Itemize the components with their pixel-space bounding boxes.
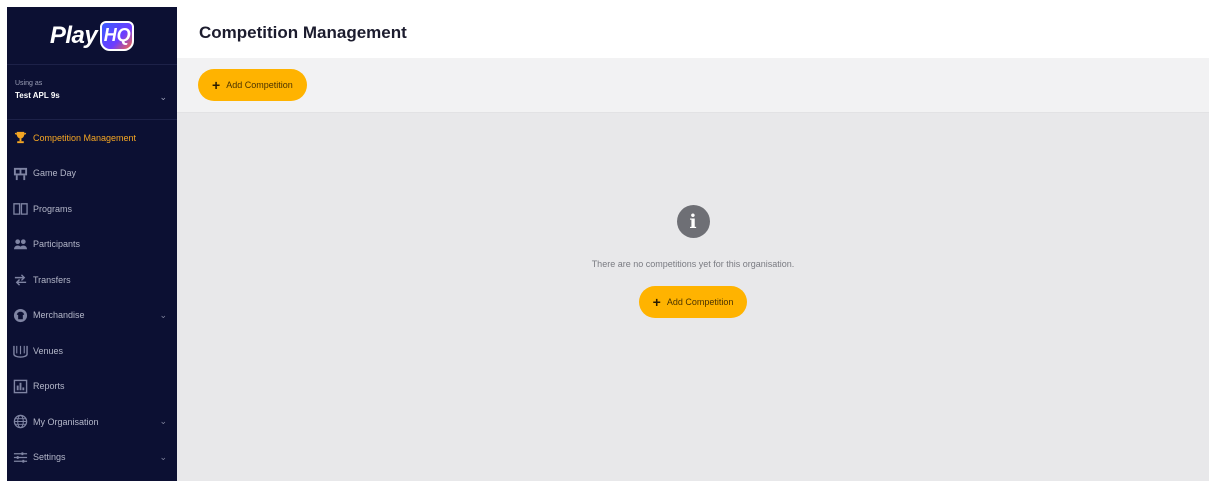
globe-icon: [11, 413, 29, 431]
book-icon: [11, 200, 29, 218]
sidebar-item-game-day[interactable]: Game Day: [7, 156, 177, 192]
sidebar-item-label: Participants: [33, 239, 81, 250]
add-competition-button[interactable]: + Add Competition: [198, 69, 307, 101]
sidebar-item-my-organisation[interactable]: My Organisation ⌄: [7, 404, 177, 440]
sidebar-item-competition-management[interactable]: Competition Management: [7, 120, 177, 156]
sidebar-item-label: Merchandise: [33, 310, 85, 321]
sidebar-item-label: My Organisation: [33, 416, 99, 427]
organisation-switcher[interactable]: Using as Test APL 9s ⌄: [7, 64, 177, 120]
org-label: Using as: [15, 80, 43, 87]
page-title: Competition Management: [199, 22, 407, 42]
transfer-arrows-icon: [11, 271, 29, 289]
stadium-icon: [11, 342, 29, 360]
toolbar: + Add Competition: [177, 58, 1209, 113]
plus-icon: +: [652, 294, 661, 310]
add-competition-label: Add Competition: [666, 297, 734, 307]
sidebar-item-reports[interactable]: Reports: [7, 369, 177, 405]
sidebar-item-programs[interactable]: Programs: [7, 191, 177, 227]
sidebar-item-label: Competition Management: [33, 132, 137, 143]
sidebar-item-label: Venues: [33, 345, 64, 356]
trophy-icon: [11, 129, 29, 147]
org-name: Test APL 9s: [15, 91, 60, 100]
shirt-icon: [11, 306, 29, 324]
chevron-down-icon: ⌄: [159, 92, 167, 102]
sidebar: Play HQ Using as Test APL 9s ⌄ Competiti…: [7, 7, 177, 481]
add-competition-label: Add Competition: [226, 80, 293, 90]
empty-state: i There are no competitions yet for this…: [177, 113, 1209, 481]
playhq-logo[interactable]: Play HQ: [7, 7, 177, 64]
sidebar-item-merchandise[interactable]: Merchandise ⌄: [7, 298, 177, 334]
chevron-down-icon: ⌄: [159, 309, 167, 320]
main-content: Competition Management + Add Competition…: [177, 7, 1209, 481]
people-icon: [11, 235, 29, 253]
sidebar-item-venues[interactable]: Venues: [7, 333, 177, 369]
report-icon: [11, 377, 29, 395]
sidebar-item-participants[interactable]: Participants: [7, 227, 177, 263]
sidebar-item-transfers[interactable]: Transfers: [7, 262, 177, 298]
sidebar-item-settings[interactable]: Settings ⌄: [7, 440, 177, 476]
sidebar-item-label: Transfers: [33, 274, 71, 285]
app-frame: Play HQ Using as Test APL 9s ⌄ Competiti…: [0, 0, 1209, 481]
chevron-down-icon: ⌄: [159, 451, 167, 462]
logo-badge: HQ: [100, 20, 135, 51]
plus-icon: +: [212, 77, 221, 93]
sidebar-item-label: Reports: [33, 381, 65, 392]
chevron-down-icon: ⌄: [159, 416, 167, 427]
sidebar-nav: Competition Management Game Day Programs…: [7, 120, 177, 475]
sidebar-item-label: Settings: [33, 452, 66, 463]
info-icon: i: [676, 205, 710, 238]
logo-text: Play: [49, 21, 98, 49]
sidebar-item-label: Game Day: [33, 168, 77, 179]
empty-state-add-competition-button[interactable]: + Add Competition: [638, 286, 748, 318]
sidebar-item-label: Programs: [33, 203, 73, 214]
scoreboard-icon: [11, 164, 29, 182]
sliders-icon: [11, 448, 29, 466]
empty-state-message: There are no competitions yet for this o…: [591, 259, 795, 269]
page-header: Competition Management: [177, 7, 1209, 58]
